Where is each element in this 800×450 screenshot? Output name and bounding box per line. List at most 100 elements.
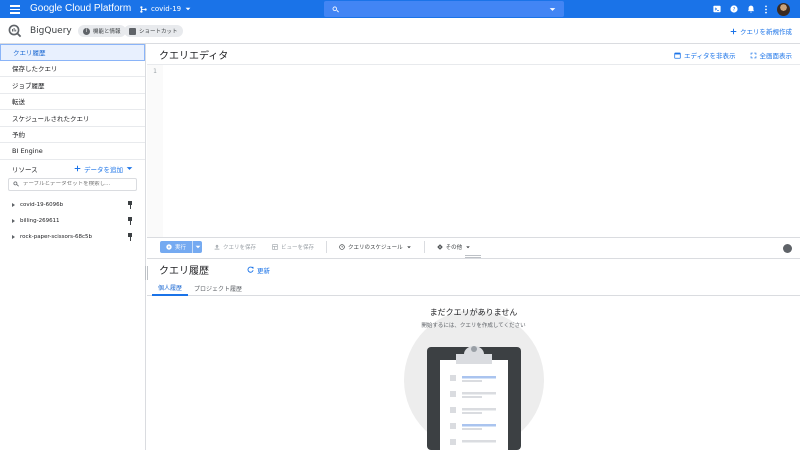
cloud-shell-icon[interactable] bbox=[713, 5, 721, 13]
sidebar-item-query-history[interactable]: クエリ履歴 bbox=[0, 44, 145, 61]
add-data-button[interactable]: データを追加 bbox=[74, 164, 133, 174]
clock-icon bbox=[339, 243, 345, 250]
search-icon bbox=[332, 6, 339, 12]
schedule-query-label: クエリのスケジュール bbox=[348, 244, 403, 251]
save-query-label: クエリを保存 bbox=[223, 244, 257, 251]
shortcuts-label: ショートカット bbox=[139, 29, 178, 35]
history-tabs: 個人履歴 プロジェクト履歴 bbox=[147, 280, 800, 296]
product-title: BigQuery bbox=[30, 26, 72, 36]
resources-header: リソース データを追加 bbox=[0, 162, 145, 176]
compose-query-button[interactable]: クエリを新規作成 bbox=[730, 26, 792, 36]
pin-icon[interactable] bbox=[127, 216, 133, 225]
add-data-label: データを追加 bbox=[84, 165, 123, 174]
history-title: クエリ履歴 bbox=[159, 266, 209, 277]
history-header: クエリ履歴 更新 bbox=[147, 258, 800, 280]
sidebar-item-transfers[interactable]: 転送 bbox=[0, 94, 145, 110]
chevron-down-icon bbox=[466, 245, 470, 248]
tab-personal-history[interactable]: 個人履歴 bbox=[152, 280, 189, 296]
search-bar[interactable] bbox=[324, 1, 564, 17]
product-header: BigQuery i 機能と情報 ショートカット クエリを新規作成 bbox=[0, 18, 800, 44]
empty-state-title: まだクエリがありません bbox=[429, 308, 518, 317]
project-name: covid-19 bbox=[151, 5, 182, 13]
fullscreen-icon bbox=[750, 52, 756, 58]
more-options-button[interactable]: その他 bbox=[433, 241, 476, 253]
pin-icon[interactable] bbox=[127, 200, 133, 209]
search-dropdown-icon[interactable] bbox=[549, 6, 556, 13]
left-sidebar: クエリ履歴 保存したクエリ ジョブ履歴 転送 スケジュールされたクエリ 予約 B… bbox=[0, 44, 146, 450]
info-icon: i bbox=[83, 27, 90, 35]
plus-icon bbox=[730, 28, 737, 34]
save-view-button[interactable]: ビューを保存 bbox=[268, 241, 318, 253]
line-number-gutter: 1 bbox=[147, 65, 163, 238]
schedule-query-button[interactable]: クエリのスケジュール bbox=[335, 241, 416, 253]
shortcuts-chip[interactable]: ショートカット bbox=[124, 25, 183, 37]
avatar[interactable] bbox=[777, 2, 790, 16]
features-info-label: 機能と情報 bbox=[93, 29, 121, 35]
project-row-billing[interactable]: billing-269611 bbox=[0, 213, 145, 229]
project-selector[interactable]: covid-19 bbox=[134, 1, 197, 17]
bigquery-logo-icon bbox=[8, 24, 22, 38]
chevron-down-icon bbox=[126, 167, 133, 170]
run-label: 実行 bbox=[175, 244, 187, 251]
sidebar-item-saved-queries[interactable]: 保存したクエリ bbox=[0, 61, 145, 77]
project-row-covid[interactable]: covid-19-6096b bbox=[0, 197, 145, 213]
top-app-bar: Google Cloud Platform covid-19 ? bbox=[0, 0, 800, 18]
sidebar-item-job-history[interactable]: ジョブ履歴 bbox=[0, 77, 145, 94]
main-panel: クエリエディタ エディタを非表示 全画面表示 1 実行 クエリを保存 ビューを保… bbox=[147, 44, 800, 450]
resources-label: リソース bbox=[12, 165, 38, 174]
plus-icon bbox=[74, 165, 81, 172]
help-icon[interactable]: ? bbox=[730, 5, 738, 13]
expand-arrow-icon[interactable] bbox=[12, 202, 15, 207]
chevron-down-icon bbox=[406, 245, 411, 248]
sidebar-item-scheduled-queries[interactable]: スケジュールされたクエリ bbox=[0, 110, 145, 127]
resource-search-box[interactable] bbox=[8, 177, 137, 191]
empty-state-subtitle: 開始するには、クエリを作成してください bbox=[421, 323, 526, 329]
save-view-label: ビューを保存 bbox=[281, 244, 315, 251]
status-dot bbox=[783, 244, 792, 253]
project-row-name: covid-19-6096b bbox=[20, 201, 64, 208]
gear-icon bbox=[436, 243, 443, 250]
notifications-icon[interactable] bbox=[747, 5, 755, 13]
hamburger-menu-icon[interactable] bbox=[9, 3, 21, 15]
more-options-label: その他 bbox=[445, 244, 463, 251]
view-grid-icon bbox=[272, 243, 278, 250]
expand-arrow-icon[interactable] bbox=[12, 234, 15, 239]
hide-editor-label: エディタを非表示 bbox=[683, 52, 736, 60]
sidebar-item-bi-engine[interactable]: BI Engine bbox=[0, 143, 145, 160]
keyboard-icon bbox=[129, 27, 136, 35]
toolbar-divider bbox=[423, 240, 425, 253]
fullscreen-button[interactable]: 全画面表示 bbox=[750, 50, 793, 60]
line-number: 1 bbox=[153, 68, 157, 75]
chevron-down-icon bbox=[195, 245, 200, 248]
refresh-button[interactable]: 更新 bbox=[247, 265, 270, 275]
expand-arrow-icon[interactable] bbox=[12, 218, 15, 223]
calendar-icon bbox=[674, 52, 681, 59]
play-icon bbox=[166, 243, 172, 250]
tab-project-history[interactable]: プロジェクト履歴 bbox=[188, 280, 248, 296]
query-editor[interactable]: 1 bbox=[147, 64, 800, 238]
project-tree-icon bbox=[140, 5, 147, 13]
chevron-down-icon bbox=[185, 7, 191, 11]
project-row-rps[interactable]: rock-paper-scissors-68c5b bbox=[0, 229, 145, 245]
pin-icon[interactable] bbox=[127, 232, 133, 241]
more-vert-icon[interactable] bbox=[764, 4, 768, 14]
compose-query-label: クエリを新規作成 bbox=[740, 28, 792, 36]
refresh-icon bbox=[247, 266, 254, 273]
features-info-chip[interactable]: i 機能と情報 bbox=[78, 25, 126, 37]
editor-toolbar: 実行 クエリを保存 ビューを保存 クエリのスケジュール その他 bbox=[147, 237, 800, 255]
fullscreen-label: 全画面表示 bbox=[759, 52, 793, 60]
brand-title[interactable]: Google Cloud Platform bbox=[30, 3, 131, 14]
svg-text:?: ? bbox=[733, 7, 736, 13]
hide-editor-button[interactable]: エディタを非表示 bbox=[674, 50, 736, 60]
resource-search-input[interactable] bbox=[22, 181, 132, 187]
refresh-label: 更新 bbox=[257, 266, 270, 275]
save-query-button[interactable]: クエリを保存 bbox=[210, 241, 260, 253]
sidebar-item-reservations[interactable]: 予約 bbox=[0, 127, 145, 143]
upload-icon bbox=[214, 244, 220, 250]
run-options-dropdown[interactable] bbox=[192, 240, 202, 253]
project-row-name: rock-paper-scissors-68c5b bbox=[20, 233, 92, 240]
toolbar-divider bbox=[326, 240, 328, 253]
run-button[interactable]: 実行 bbox=[160, 240, 203, 253]
editor-title: クエリエディタ bbox=[159, 50, 229, 62]
search-icon bbox=[13, 181, 19, 187]
